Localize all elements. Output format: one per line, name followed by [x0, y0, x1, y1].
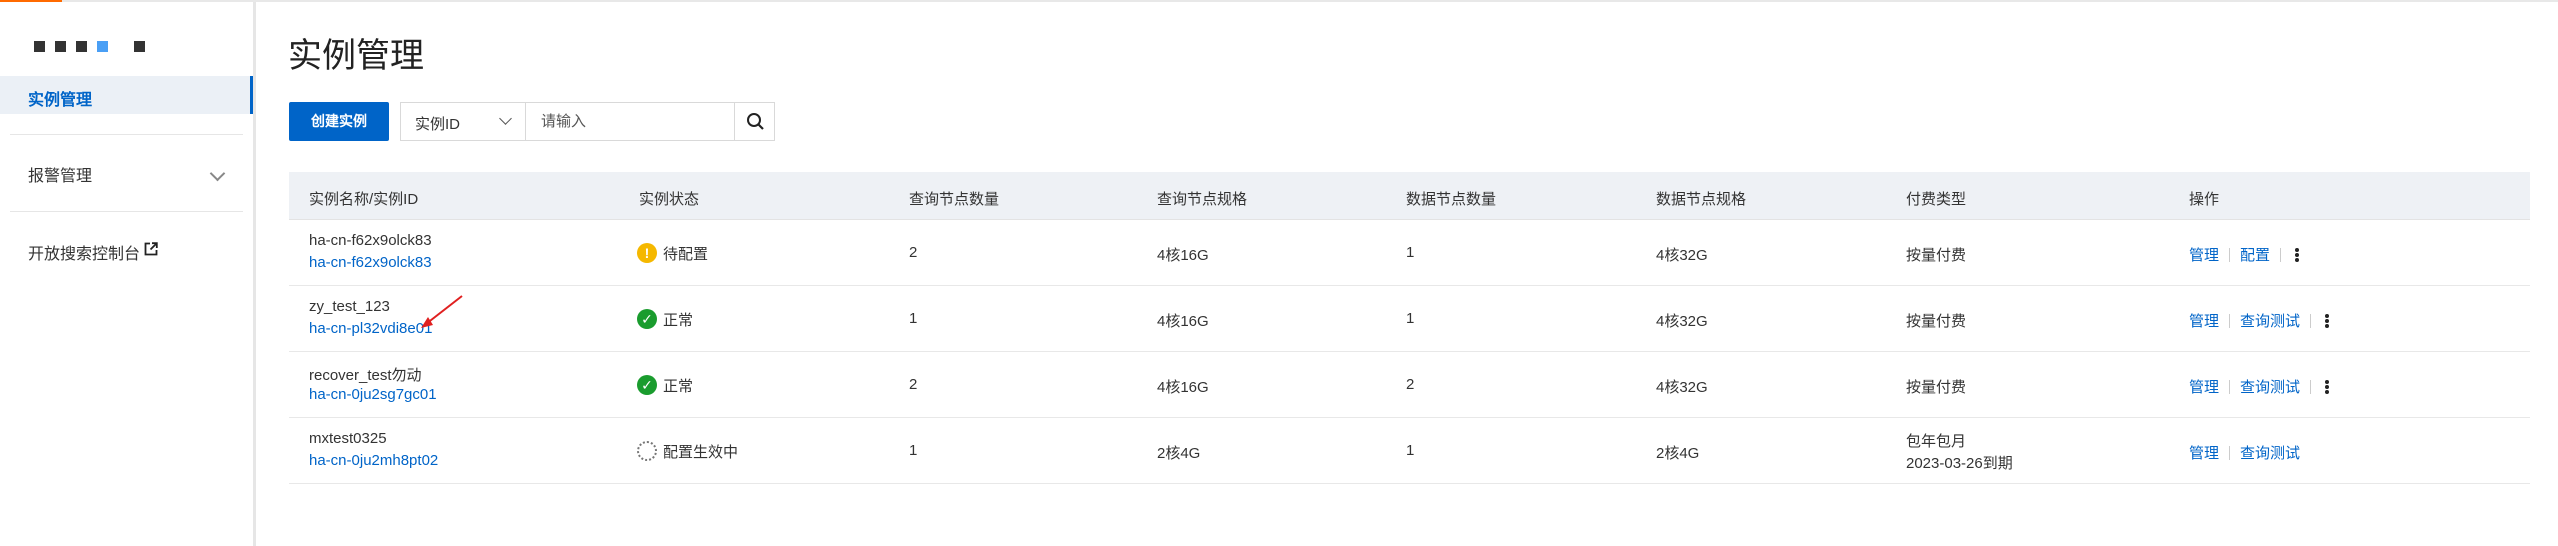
- more-icon[interactable]: [2323, 379, 2331, 394]
- row-actions: 管理 查询测试: [2189, 310, 2331, 331]
- query-node-spec: 2核4G: [1157, 445, 1201, 462]
- loading-icon: [637, 441, 657, 461]
- data-node-count: 2: [1406, 376, 1415, 393]
- instance-name: recover_test勿动: [309, 367, 422, 384]
- billing-type: 按量付费: [1906, 379, 1967, 396]
- instance-id-link[interactable]: ha-cn-pl32vdi8e01: [309, 320, 432, 337]
- instance-id-link[interactable]: ha-cn-f62x9olck83: [309, 254, 432, 271]
- action-separator: [2229, 445, 2231, 460]
- instance-name: zy_test_123: [309, 298, 390, 315]
- query-node-spec: 4核16G: [1157, 313, 1209, 330]
- sidebar-item-label: 实例管理: [28, 92, 93, 109]
- column-header: 数据节点规格: [1656, 191, 1747, 208]
- action-separator: [2310, 313, 2312, 328]
- sidebar-item-instance-management[interactable]: 实例管理: [0, 76, 253, 114]
- query-node-spec: 4核16G: [1157, 379, 1209, 396]
- column-header: 实例名称/实例ID: [309, 191, 419, 208]
- chevron-down-icon: [499, 112, 512, 125]
- search-input[interactable]: [527, 103, 732, 140]
- billing-type: 包年包月: [1906, 433, 1967, 450]
- sidebar-divider: [10, 134, 243, 135]
- search-icon: [747, 113, 764, 130]
- annotation-arrow-icon: [421, 295, 463, 328]
- column-header: 查询节点数量: [909, 191, 1000, 208]
- more-icon[interactable]: [2293, 247, 2301, 262]
- action-separator: [2229, 379, 2231, 394]
- status-text: 配置生效中: [663, 443, 739, 461]
- product-logo: [34, 38, 155, 54]
- status-badge: 配置生效中: [637, 440, 738, 462]
- billing-type: 按量付费: [1906, 247, 1967, 264]
- data-node-count: 1: [1406, 442, 1415, 459]
- instance-name: ha-cn-f62x9olck83: [309, 232, 432, 249]
- manage-link[interactable]: 管理: [2189, 376, 2219, 397]
- chevron-down-icon[interactable]: [209, 165, 226, 182]
- check-icon: ✓: [637, 309, 657, 329]
- row-actions: 管理 查询测试: [2189, 442, 2300, 463]
- instance-name: mxtest0325: [309, 430, 387, 447]
- instance-id-link[interactable]: ha-cn-0ju2sg7gc01: [309, 386, 437, 403]
- action-separator: [2280, 247, 2282, 262]
- query-node-count: 2: [909, 376, 918, 393]
- action-separator: [2310, 379, 2312, 394]
- filter-select[interactable]: 实例ID: [401, 103, 526, 140]
- sidebar-item-label: 开放搜索控制台: [28, 246, 141, 263]
- data-node-count: 1: [1406, 310, 1415, 327]
- billing-type: 按量付费: [1906, 313, 1967, 330]
- search-bar: 实例ID: [400, 102, 775, 141]
- data-node-count: 1: [1406, 244, 1415, 261]
- warning-icon: !: [637, 243, 657, 263]
- manage-link[interactable]: 管理: [2189, 310, 2219, 331]
- query-node-spec: 4核16G: [1157, 247, 1209, 264]
- status-badge: ! 待配置: [637, 242, 708, 264]
- expiry-date: 2023-03-26到期: [1906, 455, 2013, 472]
- data-node-spec: 4核32G: [1656, 313, 1708, 330]
- status-text: 正常: [663, 311, 694, 329]
- query-test-link[interactable]: 查询测试: [2240, 442, 2300, 463]
- query-test-link[interactable]: 查询测试: [2240, 376, 2300, 397]
- configure-link[interactable]: 配置: [2240, 244, 2270, 265]
- query-node-count: 1: [909, 310, 918, 327]
- data-node-spec: 4核32G: [1656, 247, 1708, 264]
- row-actions: 管理 查询测试: [2189, 376, 2331, 397]
- status-badge: ✓ 正常: [637, 308, 693, 330]
- column-header: 实例状态: [639, 191, 700, 208]
- column-header: 操作: [2189, 191, 2220, 208]
- status-text: 待配置: [663, 245, 709, 263]
- external-link-icon[interactable]: [144, 242, 158, 256]
- page-title: 实例管理: [288, 37, 424, 75]
- top-border: [0, 0, 2558, 3]
- action-separator: [2229, 313, 2231, 328]
- column-header: 查询节点规格: [1157, 191, 1248, 208]
- table-row: mxtest0325 ha-cn-0ju2mh8pt02 配置生效中 1 2核4…: [289, 418, 2530, 484]
- query-node-count: 2: [909, 244, 918, 261]
- filter-select-value: 实例ID: [415, 116, 461, 133]
- status-text: 正常: [663, 377, 694, 395]
- data-node-spec: 4核32G: [1656, 379, 1708, 396]
- manage-link[interactable]: 管理: [2189, 244, 2219, 265]
- sidebar-item-console-link[interactable]: 开放搜索控制台: [28, 240, 140, 264]
- table-header: 实例名称/实例ID 实例状态 查询节点数量 查询节点规格 数据节点数量 数据节点…: [289, 172, 2530, 220]
- column-header: 数据节点数量: [1406, 191, 1497, 208]
- sidebar-item-label: 报警管理: [28, 168, 93, 185]
- column-header: 付费类型: [1906, 191, 1967, 208]
- row-actions: 管理 配置: [2189, 244, 2301, 265]
- table-row: zy_test_123 ha-cn-pl32vdi8e01 ✓ 正常 1 4核1…: [289, 286, 2530, 352]
- table-row: recover_test勿动 ha-cn-0ju2sg7gc01 ✓ 正常 2 …: [289, 352, 2530, 418]
- sidebar: 实例管理 报警管理 开放搜索控制台: [0, 2, 256, 546]
- search-button[interactable]: [734, 103, 775, 140]
- instance-id-link[interactable]: ha-cn-0ju2mh8pt02: [309, 452, 438, 469]
- data-node-spec: 2核4G: [1656, 445, 1700, 462]
- status-badge: ✓ 正常: [637, 374, 693, 396]
- manage-link[interactable]: 管理: [2189, 442, 2219, 463]
- sidebar-divider: [10, 211, 243, 212]
- sidebar-item-alert-management[interactable]: 报警管理: [28, 162, 92, 186]
- query-node-count: 1: [909, 442, 918, 459]
- create-instance-button[interactable]: 创建实例: [289, 102, 389, 141]
- query-test-link[interactable]: 查询测试: [2240, 310, 2300, 331]
- action-separator: [2229, 247, 2231, 262]
- more-icon[interactable]: [2323, 313, 2331, 328]
- check-icon: ✓: [637, 375, 657, 395]
- table-row: ha-cn-f62x9olck83 ha-cn-f62x9olck83 ! 待配…: [289, 220, 2530, 286]
